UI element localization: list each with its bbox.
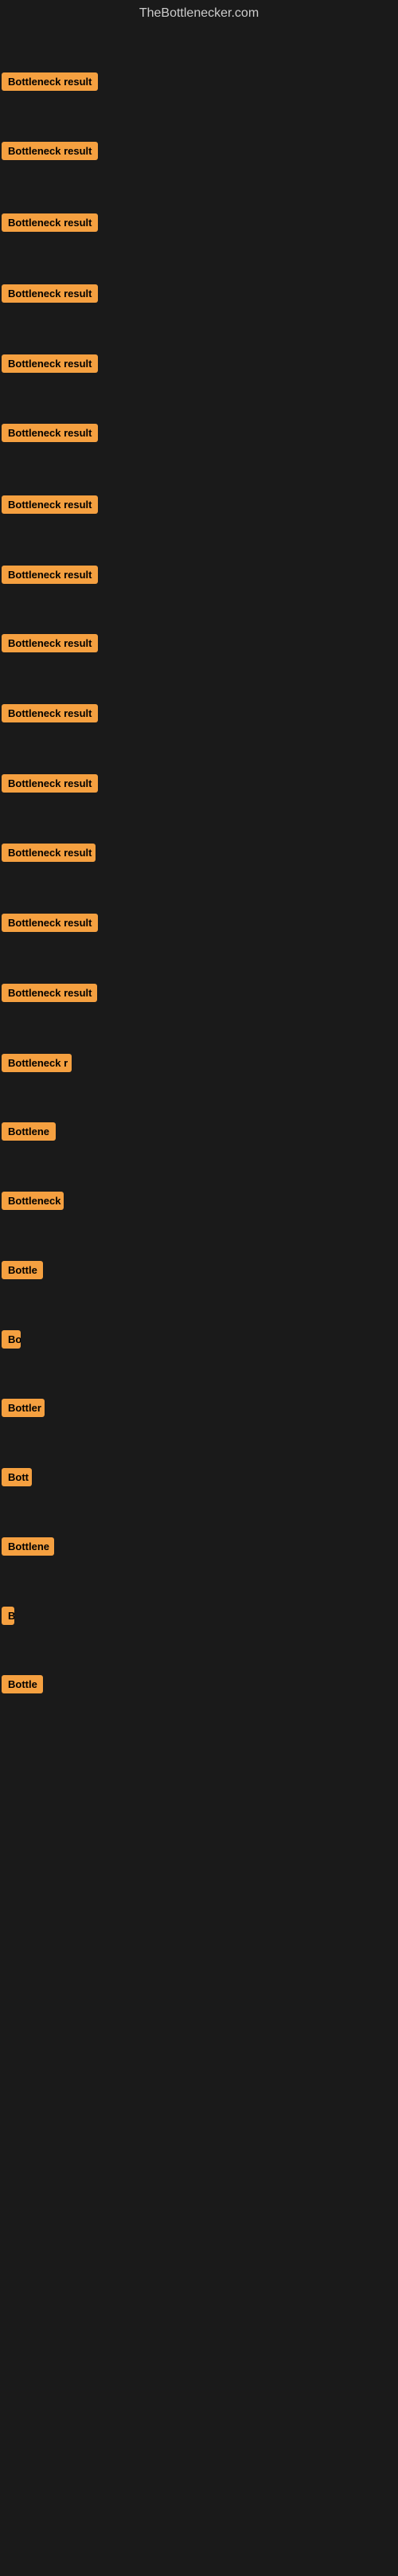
bottleneck-result-badge[interactable]: Bo xyxy=(2,1330,21,1349)
bottleneck-badge-row: Bottlene xyxy=(2,1537,54,1560)
bottleneck-badge-row: Bottleneck result xyxy=(2,354,98,377)
bottleneck-result-badge[interactable]: Bottleneck result xyxy=(2,495,98,514)
bottleneck-result-badge[interactable]: Bottleneck result xyxy=(2,213,98,232)
bottleneck-badge-row: Bottleneck result xyxy=(2,844,96,866)
bottleneck-result-badge[interactable]: Bottleneck result xyxy=(2,424,98,442)
bottleneck-result-badge[interactable]: Bottler xyxy=(2,1399,45,1417)
bottleneck-result-badge[interactable]: Bottlene xyxy=(2,1122,56,1141)
bottleneck-badge-row: Bottleneck result xyxy=(2,914,98,936)
bottleneck-result-badge[interactable]: Bottleneck result xyxy=(2,774,98,793)
bottleneck-result-badge[interactable]: Bottleneck result xyxy=(2,984,97,1002)
bottleneck-result-badge[interactable]: B xyxy=(2,1607,14,1625)
bottleneck-badge-row: Bottlene xyxy=(2,1122,56,1145)
bottleneck-badge-row: Bottleneck result xyxy=(2,424,98,446)
bottleneck-result-badge[interactable]: Bottle xyxy=(2,1675,43,1693)
bottleneck-badge-row: Bottleneck result xyxy=(2,213,98,236)
bottleneck-result-badge[interactable]: Bottleneck result xyxy=(2,914,98,932)
site-title: TheBottlenecker.com xyxy=(0,0,398,27)
bottleneck-badge-row: Bottleneck result xyxy=(2,566,98,588)
bottleneck-badge-row: Bottleneck r xyxy=(2,1054,72,1076)
bottleneck-result-badge[interactable]: Bottleneck result xyxy=(2,72,98,91)
bottleneck-badge-row: Bottleneck result xyxy=(2,142,98,164)
bottleneck-badge-row: B xyxy=(2,1607,14,1629)
bottleneck-badge-row: Bottleneck result xyxy=(2,634,98,656)
bottleneck-result-badge[interactable]: Bottleneck result xyxy=(2,704,98,722)
bottleneck-badge-row: Bott xyxy=(2,1468,32,1490)
bottleneck-badge-row: Bottleneck result xyxy=(2,774,98,797)
bottleneck-badge-row: Bottleneck result xyxy=(2,704,98,726)
bottleneck-badge-row: Bo xyxy=(2,1330,21,1353)
bottleneck-result-badge[interactable]: Bottleneck result xyxy=(2,142,98,160)
bottleneck-badge-row: Bottleneck xyxy=(2,1192,64,1214)
bottleneck-badge-row: Bottler xyxy=(2,1399,45,1421)
bottleneck-badge-row: Bottleneck result xyxy=(2,984,97,1006)
bottleneck-result-badge[interactable]: Bottleneck result xyxy=(2,634,98,652)
bottleneck-result-badge[interactable]: Bottleneck xyxy=(2,1192,64,1210)
bottleneck-result-badge[interactable]: Bottleneck result xyxy=(2,284,98,303)
bottleneck-badge-row: Bottleneck result xyxy=(2,72,98,95)
bottleneck-result-badge[interactable]: Bottle xyxy=(2,1261,43,1279)
bottleneck-badge-row: Bottle xyxy=(2,1261,43,1283)
bottleneck-result-badge[interactable]: Bott xyxy=(2,1468,32,1486)
bottleneck-result-badge[interactable]: Bottleneck result xyxy=(2,354,98,373)
bottleneck-result-badge[interactable]: Bottleneck result xyxy=(2,566,98,584)
bottleneck-result-badge[interactable]: Bottleneck result xyxy=(2,844,96,862)
bottleneck-badge-row: Bottle xyxy=(2,1675,43,1697)
bottleneck-badge-row: Bottleneck result xyxy=(2,284,98,307)
bottleneck-result-badge[interactable]: Bottleneck r xyxy=(2,1054,72,1072)
bottleneck-badge-row: Bottleneck result xyxy=(2,495,98,518)
bottleneck-result-badge[interactable]: Bottlene xyxy=(2,1537,54,1556)
